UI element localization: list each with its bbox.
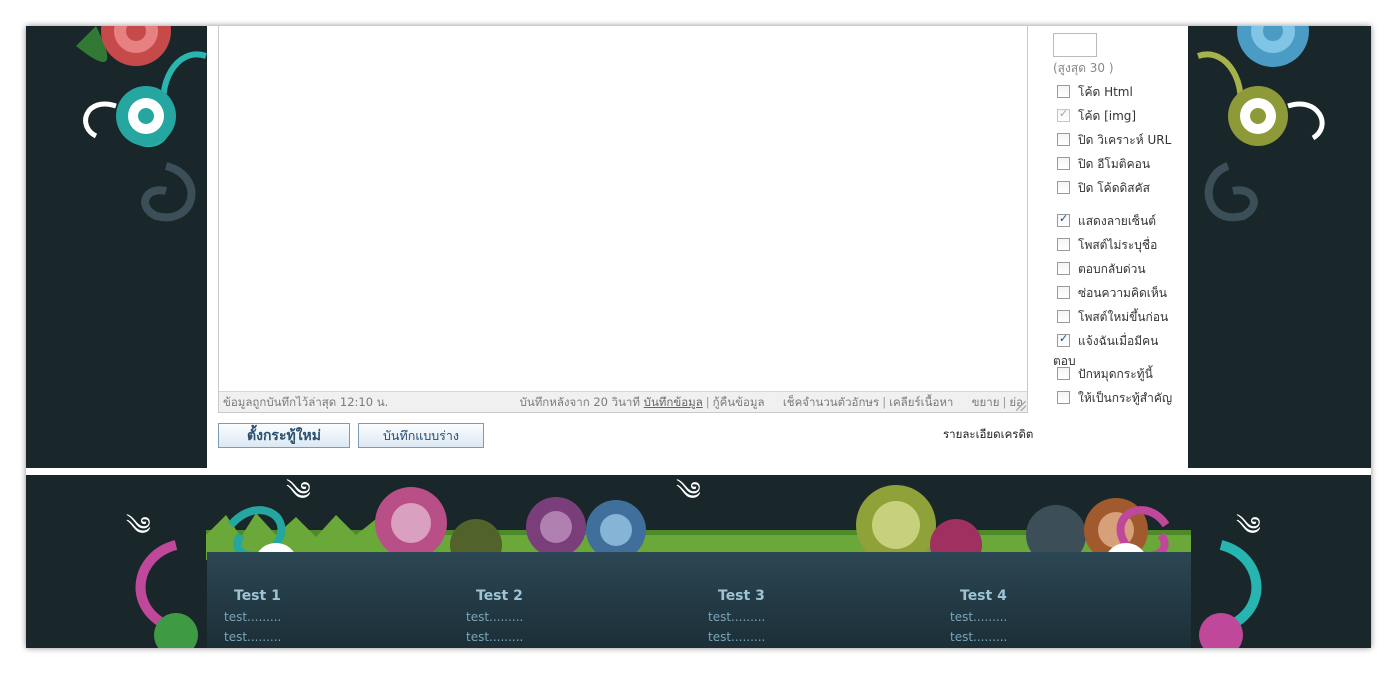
svg-text:༄: ༄ [286, 477, 311, 507]
section-divider [26, 468, 1371, 475]
restore-data-link[interactable]: กู้คืนข้อมูล [713, 395, 765, 409]
char-count-link[interactable]: เช็คจำนวนตัวอักษร [783, 395, 879, 409]
option-disable-discuz-code[interactable]: ปิด โค้ดดิสคัส [1057, 179, 1150, 195]
last-saved-text: ข้อมูลถูกบันทึกไว้ล่าสุด 12:10 น. [223, 395, 389, 409]
editor-status-bar: ข้อมูลถูกบันทึกไว้ล่าสุด 12:10 น. บันทึก… [219, 391, 1027, 412]
credit-details-link[interactable]: รายละเอียดเครดิต [943, 426, 1033, 444]
option-disable-emoticons[interactable]: ปิด อีโมติคอน [1057, 155, 1150, 171]
autosave-text: บันทึกหลังจาก 20 วินาที [519, 395, 640, 409]
checkbox[interactable] [1057, 262, 1070, 275]
checkbox[interactable] [1057, 181, 1070, 194]
footer-link[interactable]: test......... [950, 630, 1190, 644]
checkbox[interactable] [1057, 367, 1070, 380]
checkbox[interactable] [1057, 286, 1070, 299]
option-anonymous-post[interactable]: โพสต์ไม่ระบุชื่อ [1057, 236, 1157, 252]
save-draft-button[interactable]: บันทึกแบบร่าง [358, 423, 484, 448]
footer-column-1: Test 1 test......... test......... [224, 588, 464, 644]
option-img-code[interactable]: โค้ด [img] [1057, 107, 1136, 123]
footer-link[interactable]: test......... [466, 610, 706, 624]
option-important-topic[interactable]: ให้เป็นกระทู้สำคัญ [1057, 389, 1172, 405]
checkbox[interactable] [1057, 85, 1070, 98]
option-notify-reply[interactable]: แจ้งฉันเมื่อมีคน [1057, 332, 1158, 348]
footer-column-2: Test 2 test......... test......... [466, 588, 706, 644]
footer-link[interactable]: test......... [708, 630, 948, 644]
option-hide-comments[interactable]: ซ่อนความคิดเห็น [1057, 284, 1167, 300]
save-data-link[interactable]: บันทึกข้อมูล [644, 395, 703, 409]
option-show-signature[interactable]: แสดงลายเซ็นต์ [1057, 212, 1156, 228]
swirl-decoration-right [1197, 26, 1325, 222]
option-disable-url-parse[interactable]: ปิด วิเคราะห์ URL [1057, 131, 1171, 147]
svg-text:༄: ༄ [676, 477, 701, 507]
footer-column-title: Test 2 [476, 588, 523, 604]
checkbox[interactable] [1057, 238, 1070, 251]
footer-column-title: Test 4 [960, 588, 1007, 604]
footer-link[interactable]: test......... [708, 610, 948, 624]
svg-text:༄: ༄ [1236, 512, 1261, 542]
resize-grip-icon[interactable] [1016, 401, 1026, 411]
footer-link[interactable]: test......... [224, 630, 464, 644]
expand-link[interactable]: ขยาย [972, 395, 1000, 409]
option-quick-reply[interactable]: ตอบกลับด่วน [1057, 260, 1146, 276]
footer-links: Test 1 test......... test......... Test … [207, 552, 1191, 648]
max-label: (สูงสุด 30 ) [1053, 61, 1114, 75]
checkbox[interactable] [1057, 310, 1070, 323]
footer-link[interactable]: test......... [224, 610, 464, 624]
swirl-decoration-left [76, 26, 207, 222]
new-topic-button[interactable]: ตั้งกระทู้ใหม่ [218, 423, 350, 448]
checkbox[interactable] [1057, 157, 1070, 170]
option-newest-first[interactable]: โพสต์ใหม่ขึ้นก่อน [1057, 308, 1168, 324]
option-pin-topic[interactable]: ปักหมุดกระทู้นี้ [1057, 365, 1153, 381]
option-html-code[interactable]: โค้ด Html [1057, 83, 1133, 99]
footer-column-4: Test 4 test......... test......... [950, 588, 1190, 644]
main-panel: ข้อมูลถูกบันทึกไว้ล่าสุด 12:10 น. บันทึก… [207, 26, 1188, 468]
checkbox[interactable] [1057, 332, 1070, 347]
checkbox[interactable] [1057, 391, 1070, 404]
max-value-input[interactable] [1053, 33, 1097, 57]
clear-content-link[interactable]: เคลียร์เนื้อหา [889, 395, 953, 409]
footer-link[interactable]: test......... [466, 630, 706, 644]
checkbox[interactable] [1057, 107, 1070, 122]
svg-text:༄: ༄ [126, 512, 151, 542]
checkbox[interactable] [1057, 133, 1070, 146]
message-editor[interactable]: ข้อมูลถูกบันทึกไว้ล่าสุด 12:10 น. บันทึก… [218, 26, 1028, 413]
page-frame: ข้อมูลถูกบันทึกไว้ล่าสุด 12:10 น. บันทึก… [26, 26, 1371, 648]
footer-link[interactable]: test......... [950, 610, 1190, 624]
checkbox[interactable] [1057, 212, 1070, 227]
footer-column-3: Test 3 test......... test......... [708, 588, 948, 644]
footer-column-title: Test 3 [718, 588, 765, 604]
footer-column-title: Test 1 [234, 588, 281, 604]
